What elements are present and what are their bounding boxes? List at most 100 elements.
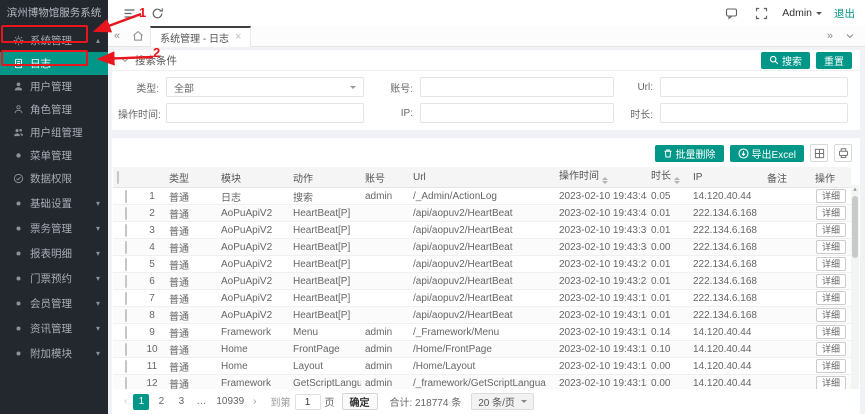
- scrollbar-thumb[interactable]: [852, 196, 858, 258]
- confirm-button[interactable]: 确定: [342, 393, 378, 410]
- detail-button[interactable]: 详细: [816, 376, 846, 389]
- sidebar-item[interactable]: 附加模块▾: [0, 342, 108, 365]
- prev-page-button[interactable]: ‹: [122, 396, 129, 407]
- cell-remark: [763, 290, 811, 307]
- page-button-10939[interactable]: 10939: [213, 394, 247, 410]
- columns-button[interactable]: [810, 144, 828, 162]
- row-checkbox[interactable]: [125, 377, 127, 390]
- operation-time-input[interactable]: [166, 103, 364, 123]
- cell-ip: 222.134.6.168: [689, 307, 763, 324]
- sidebar-item-label: 日志: [30, 56, 100, 71]
- cell-action: 搜索: [289, 188, 361, 205]
- cell-operation: 详细: [811, 341, 851, 358]
- next-page-button[interactable]: ›: [251, 396, 258, 407]
- url-input[interactable]: [660, 77, 848, 97]
- sidebar-item[interactable]: 日志: [0, 52, 108, 75]
- dot-icon: [12, 298, 24, 310]
- detail-button[interactable]: 详细: [816, 189, 846, 203]
- sidebar-item[interactable]: 用户管理: [0, 75, 108, 98]
- export-excel-button[interactable]: 导出Excel: [730, 145, 804, 162]
- page-size-select[interactable]: 20 条/页: [471, 393, 534, 410]
- sidebar-item-label: 会员管理: [30, 296, 96, 311]
- duration-input[interactable]: [660, 103, 848, 123]
- sidebar-item[interactable]: 基础设置▾: [0, 192, 108, 215]
- row-checkbox[interactable]: [125, 292, 127, 305]
- reset-button[interactable]: 重置: [816, 52, 852, 69]
- detail-button[interactable]: 详细: [816, 257, 846, 271]
- detail-button[interactable]: 详细: [816, 342, 846, 356]
- row-checkbox[interactable]: [125, 258, 127, 271]
- batch-delete-button[interactable]: 批量删除: [655, 145, 724, 162]
- row-checkbox[interactable]: [125, 241, 127, 254]
- table-row: 8普通AoPuApiV2HeartBeat[P]/api/aopuv2/Hear…: [113, 307, 851, 324]
- page-button-3[interactable]: 3: [173, 394, 189, 410]
- row-checkbox[interactable]: [125, 360, 127, 373]
- sort-icons[interactable]: [674, 174, 680, 187]
- header-模块: 模块: [217, 167, 289, 188]
- cell-time: 2023-02-10 19:43:34: [555, 239, 647, 256]
- table-row: 11普通HomeLayoutadmin/Home/Layout2023-02-1…: [113, 358, 851, 375]
- cell-ip: 222.134.6.168: [689, 205, 763, 222]
- home-icon[interactable]: [126, 30, 150, 42]
- page-button-2[interactable]: 2: [153, 394, 169, 410]
- detail-button[interactable]: 详细: [816, 308, 846, 322]
- table-scrollbar[interactable]: ▴: [851, 185, 859, 389]
- sidebar-item[interactable]: 门票预约▾: [0, 267, 108, 290]
- select-all-checkbox[interactable]: [117, 171, 119, 184]
- sidebar-item[interactable]: 资讯管理▾: [0, 317, 108, 340]
- page-unit-label: 页: [325, 394, 335, 409]
- close-icon[interactable]: ×: [235, 31, 241, 43]
- sidebar-item[interactable]: 数据权限: [0, 167, 108, 190]
- cell-duration: 0.05: [647, 188, 689, 205]
- search-button[interactable]: 搜索: [761, 52, 810, 69]
- sidebar-item[interactable]: 用户组管理: [0, 121, 108, 144]
- row-checkbox[interactable]: [125, 309, 127, 322]
- tab-bar: « 系统管理 - 日志 × »: [108, 26, 865, 47]
- detail-button[interactable]: 详细: [816, 359, 846, 373]
- page-button-1[interactable]: 1: [133, 394, 149, 410]
- refresh-icon[interactable]: [148, 4, 166, 22]
- sidebar-item-label: 附加模块: [30, 346, 96, 361]
- expand-tabs-icon[interactable]: »: [821, 30, 839, 42]
- sidebar-item[interactable]: 菜单管理: [0, 144, 108, 167]
- tab-menu-icon[interactable]: [839, 31, 861, 41]
- sidebar-item-label: 基础设置: [30, 196, 96, 211]
- ip-input[interactable]: [420, 103, 614, 123]
- chevron-down-icon[interactable]: [120, 55, 130, 65]
- detail-button[interactable]: 详细: [816, 223, 846, 237]
- tab-system-log[interactable]: 系统管理 - 日志 ×: [150, 26, 251, 47]
- detail-button[interactable]: 详细: [816, 240, 846, 254]
- sidebar-item[interactable]: 票务管理▾: [0, 217, 108, 240]
- menu-toggle-icon[interactable]: [120, 4, 138, 22]
- print-button[interactable]: [834, 144, 852, 162]
- message-icon[interactable]: [722, 4, 740, 22]
- sort-icons[interactable]: [602, 174, 608, 187]
- sidebar-item[interactable]: 角色管理: [0, 98, 108, 121]
- sidebar-item[interactable]: 报表明细▾: [0, 242, 108, 265]
- collapse-tabs-icon[interactable]: «: [108, 30, 126, 42]
- detail-button[interactable]: 详细: [816, 206, 846, 220]
- row-checkbox[interactable]: [125, 207, 127, 220]
- cell-operation: 详细: [811, 256, 851, 273]
- detail-button[interactable]: 详细: [816, 274, 846, 288]
- scroll-up-icon[interactable]: ▴: [851, 185, 859, 194]
- row-checkbox[interactable]: [125, 224, 127, 237]
- logout-link[interactable]: 退出: [834, 6, 855, 21]
- detail-button[interactable]: 详细: [816, 325, 846, 339]
- row-index: 10: [139, 341, 165, 358]
- goto-page-input[interactable]: 1: [295, 394, 321, 410]
- detail-button[interactable]: 详细: [816, 291, 846, 305]
- sidebar-item[interactable]: 会员管理▾: [0, 292, 108, 315]
- row-index: 7: [139, 290, 165, 307]
- row-checkbox[interactable]: [125, 326, 127, 339]
- type-select[interactable]: 全部: [166, 77, 364, 97]
- account-input[interactable]: [420, 77, 614, 97]
- row-checkbox[interactable]: [125, 343, 127, 356]
- user-menu[interactable]: Admin: [782, 7, 822, 19]
- row-checkbox[interactable]: [125, 275, 127, 288]
- table-row: 2普通AoPuApiV2HeartBeat[P]/api/aopuv2/Hear…: [113, 205, 851, 222]
- row-checkbox[interactable]: [125, 190, 127, 203]
- fullscreen-icon[interactable]: [752, 4, 770, 22]
- sidebar-item[interactable]: 系统管理▴: [0, 29, 108, 52]
- reset-button-label: 重置: [824, 53, 844, 68]
